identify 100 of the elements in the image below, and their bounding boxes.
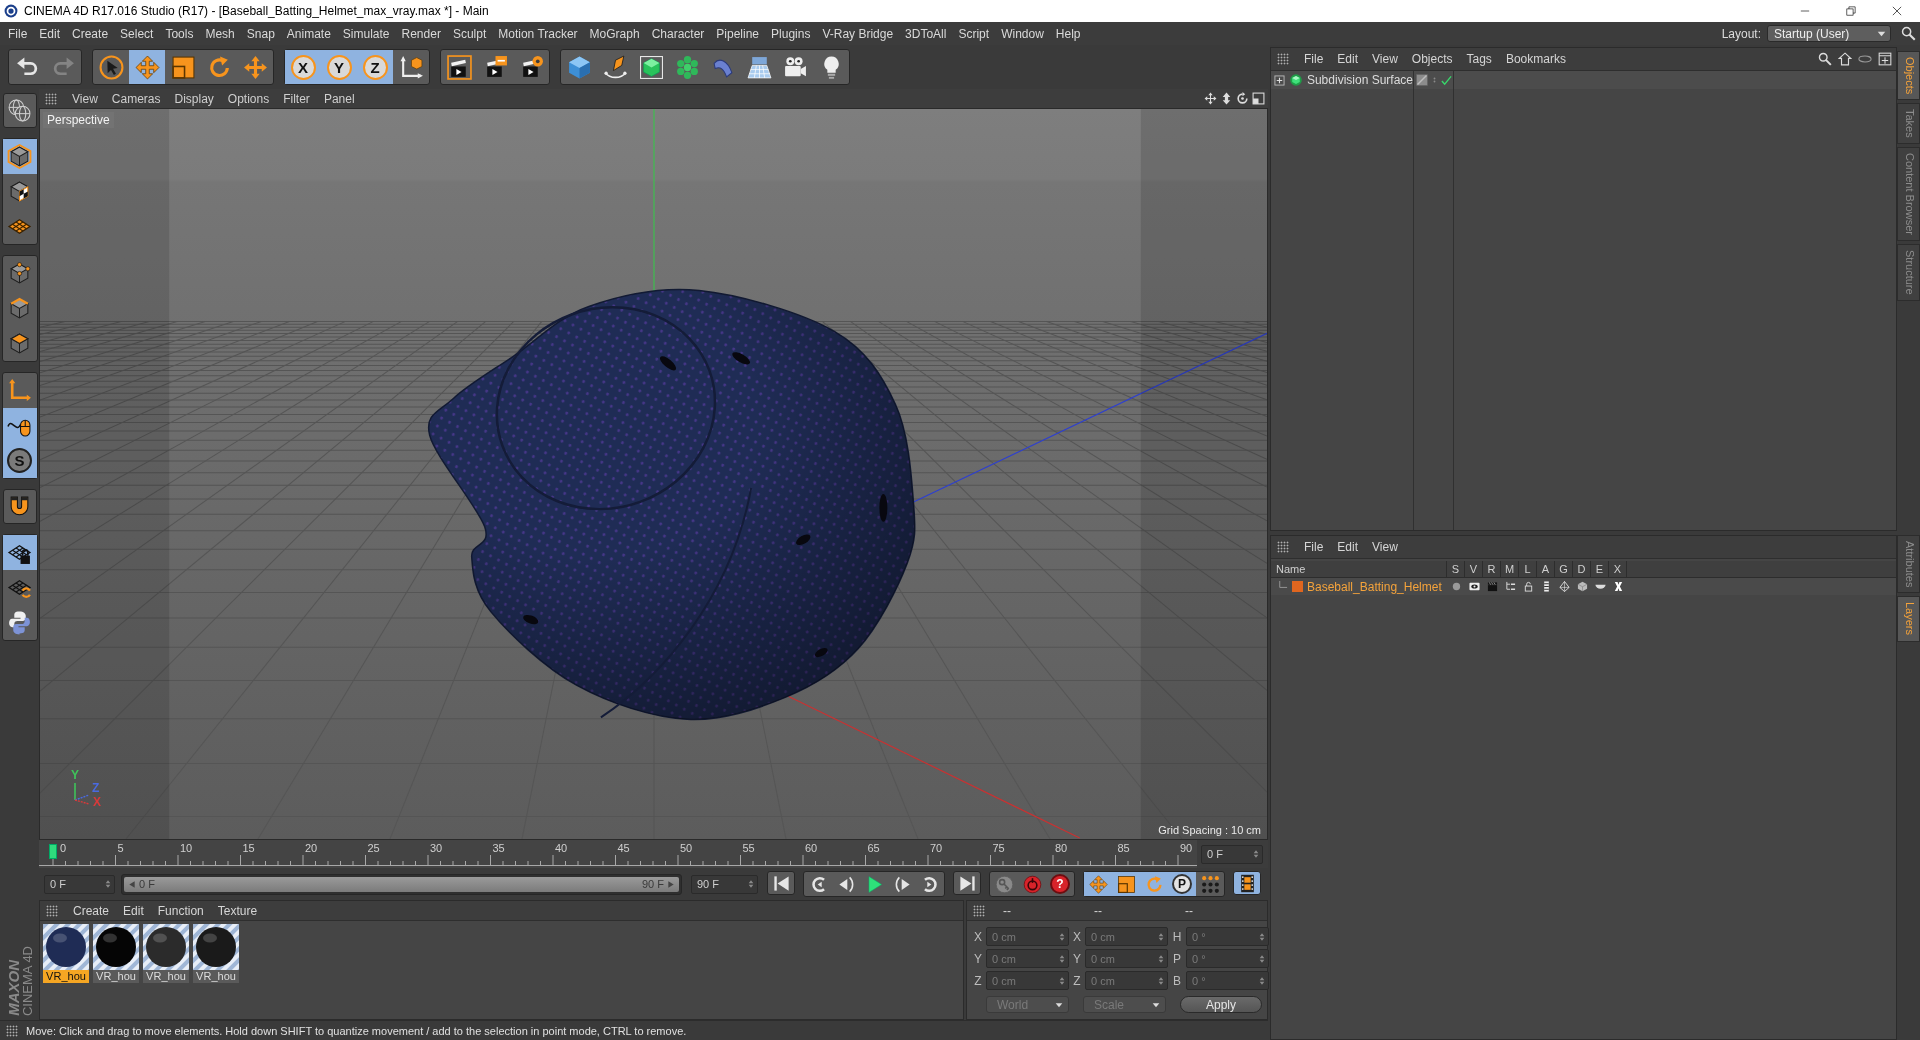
eye-toggle-icon[interactable] xyxy=(1468,581,1480,592)
viewport-menu-item[interactable]: Panel xyxy=(316,91,362,106)
menu-item[interactable]: Edit xyxy=(33,24,67,43)
material-name[interactable]: VR_hou xyxy=(93,970,139,983)
menu-item[interactable]: Select xyxy=(114,24,160,43)
move-arrows-icon[interactable] xyxy=(1204,92,1217,105)
object-name[interactable]: Subdivision Surface xyxy=(1306,73,1413,87)
menu-item[interactable]: Pipeline xyxy=(710,24,766,43)
menu-item[interactable]: Mesh xyxy=(199,24,241,43)
column-header[interactable]: X xyxy=(1609,561,1627,577)
menu-item[interactable]: Animate xyxy=(280,24,337,43)
menu-item[interactable]: View xyxy=(1365,540,1405,554)
model-mode-button[interactable] xyxy=(2,139,37,174)
column-header[interactable]: L xyxy=(1519,561,1537,577)
column-header[interactable]: M xyxy=(1501,561,1519,577)
column-header[interactable]: S xyxy=(1447,561,1465,577)
helmet-model[interactable] xyxy=(427,288,916,721)
viewport-menu-item[interactable]: Display xyxy=(167,91,221,106)
object-row[interactable]: Subdivision Surface xyxy=(1271,71,1896,89)
maximize-window-icon[interactable] xyxy=(1252,92,1265,105)
menu-item[interactable]: Simulate xyxy=(336,24,396,43)
material-name[interactable]: VR_hou xyxy=(143,970,189,983)
column-header[interactable]: V xyxy=(1465,561,1483,577)
layer-row[interactable]: Baseball_Batting_Helmet xyxy=(1271,578,1896,595)
menu-item[interactable]: Snap xyxy=(240,24,281,43)
magnet-button[interactable] xyxy=(2,489,37,524)
menu-item[interactable]: Help xyxy=(1049,24,1087,43)
menu-item[interactable]: Create xyxy=(66,903,117,918)
add-panel-icon[interactable] xyxy=(1878,52,1892,66)
parameter-key-button[interactable]: P xyxy=(1168,872,1196,896)
menu-item[interactable]: V-Ray Bridge xyxy=(816,24,900,43)
menu-item[interactable]: Texture xyxy=(210,903,265,918)
hierarchy-toggle-icon[interactable] xyxy=(1504,581,1516,592)
up-down-arrows-icon[interactable] xyxy=(1220,92,1233,105)
lock-toggle-icon[interactable] xyxy=(1522,581,1534,592)
cube-toggle-icon[interactable] xyxy=(1576,581,1588,592)
menu-item[interactable]: Character xyxy=(645,24,711,43)
oval-icon[interactable] xyxy=(1858,52,1872,66)
viewport-menu-item[interactable]: View xyxy=(65,91,105,106)
menu-item[interactable]: Function xyxy=(150,903,211,918)
menu-item[interactable]: Edit xyxy=(1330,540,1366,554)
column-header[interactable]: R xyxy=(1483,561,1501,577)
menu-item[interactable]: View xyxy=(1365,52,1405,66)
column-header[interactable]: Name xyxy=(1271,561,1447,577)
column-header[interactable]: E xyxy=(1591,561,1609,577)
panel-tab[interactable]: Objects xyxy=(1897,51,1920,101)
menu-item[interactable]: Script xyxy=(952,24,996,43)
z-axis-button[interactable]: Z xyxy=(357,50,393,84)
3d-viewport[interactable]: Perspective Y Z X Grid Spacing : 10 cm xyxy=(39,108,1268,840)
menu-item[interactable]: Motion Tracker xyxy=(492,24,584,43)
dot-toggle-icon[interactable] xyxy=(1450,581,1462,592)
globe-grid-button[interactable] xyxy=(2,93,37,128)
search-icon[interactable] xyxy=(1901,26,1916,41)
menu-item[interactable]: File xyxy=(2,24,34,43)
menu-item[interactable]: Edit xyxy=(116,903,151,918)
menu-item[interactable]: File xyxy=(1297,540,1331,554)
column-header[interactable]: D xyxy=(1573,561,1591,577)
menu-item[interactable]: Sculpt xyxy=(446,24,493,43)
panel-tab[interactable]: Layers xyxy=(1897,596,1920,642)
layer-name[interactable]: Baseball_Batting_Helmet xyxy=(1307,579,1442,594)
menu-item[interactable]: Tags xyxy=(1459,52,1499,66)
menu-item[interactable]: Edit xyxy=(1330,52,1366,66)
snap-button[interactable]: S xyxy=(2,443,37,478)
go-to-end-button[interactable] xyxy=(953,871,981,895)
menu-item[interactable]: Plugins xyxy=(765,24,817,43)
grid-lock-button[interactable] xyxy=(2,535,37,570)
camera-label[interactable]: Perspective xyxy=(43,112,114,128)
viewport-menu-item[interactable]: Filter xyxy=(276,91,317,106)
search-icon[interactable] xyxy=(1818,52,1832,66)
menu-item[interactable]: Create xyxy=(66,24,115,43)
menu-item[interactable]: Tools xyxy=(159,24,200,43)
material-name[interactable]: VR_hou xyxy=(43,970,89,983)
menu-item[interactable]: 3DToAll xyxy=(899,24,953,43)
x-mark-toggle-icon[interactable] xyxy=(1612,581,1624,592)
pyramid-toggle-icon[interactable] xyxy=(1558,581,1570,592)
clapper-toggle-icon[interactable] xyxy=(1486,581,1498,592)
x-axis-button[interactable]: X xyxy=(285,50,321,84)
end-frame-field[interactable]: 90 F xyxy=(691,874,758,894)
menu-item[interactable]: Objects xyxy=(1404,52,1460,66)
timeline-ruler[interactable]: 0 5 10 15 20 25 30 35 40 45 50 55 60 65 70 75 80 85 90 xyxy=(39,840,1197,868)
current-frame-field[interactable]: 0 F xyxy=(1201,844,1263,864)
menu-item[interactable]: File xyxy=(1297,52,1331,66)
go-to-start-button[interactable] xyxy=(767,871,795,895)
column-header[interactable]: G xyxy=(1555,561,1573,577)
column-header[interactable]: A xyxy=(1537,561,1555,577)
viewport-menu-item[interactable]: Options xyxy=(220,91,277,106)
viewport-menu-item[interactable]: Cameras xyxy=(104,91,168,106)
layer-color-swatch[interactable] xyxy=(1292,581,1303,592)
y-axis-button[interactable]: Y xyxy=(321,50,357,84)
layout-dropdown[interactable]: Startup (User) xyxy=(1767,25,1891,42)
menu-item[interactable]: MoGraph xyxy=(583,24,646,43)
menu-item[interactable]: Render xyxy=(395,24,447,43)
mouse-tweak-button[interactable] xyxy=(2,408,37,443)
house-icon[interactable] xyxy=(1838,52,1852,66)
start-frame-field[interactable]: 0 F xyxy=(44,874,115,894)
orbit-arrow-icon[interactable] xyxy=(1236,92,1249,105)
material-name[interactable]: VR_hou xyxy=(193,970,239,983)
film-strip-button[interactable] xyxy=(1233,871,1261,895)
menu-item[interactable]: Bookmarks xyxy=(1498,52,1573,66)
menu-item[interactable]: Window xyxy=(995,24,1050,43)
